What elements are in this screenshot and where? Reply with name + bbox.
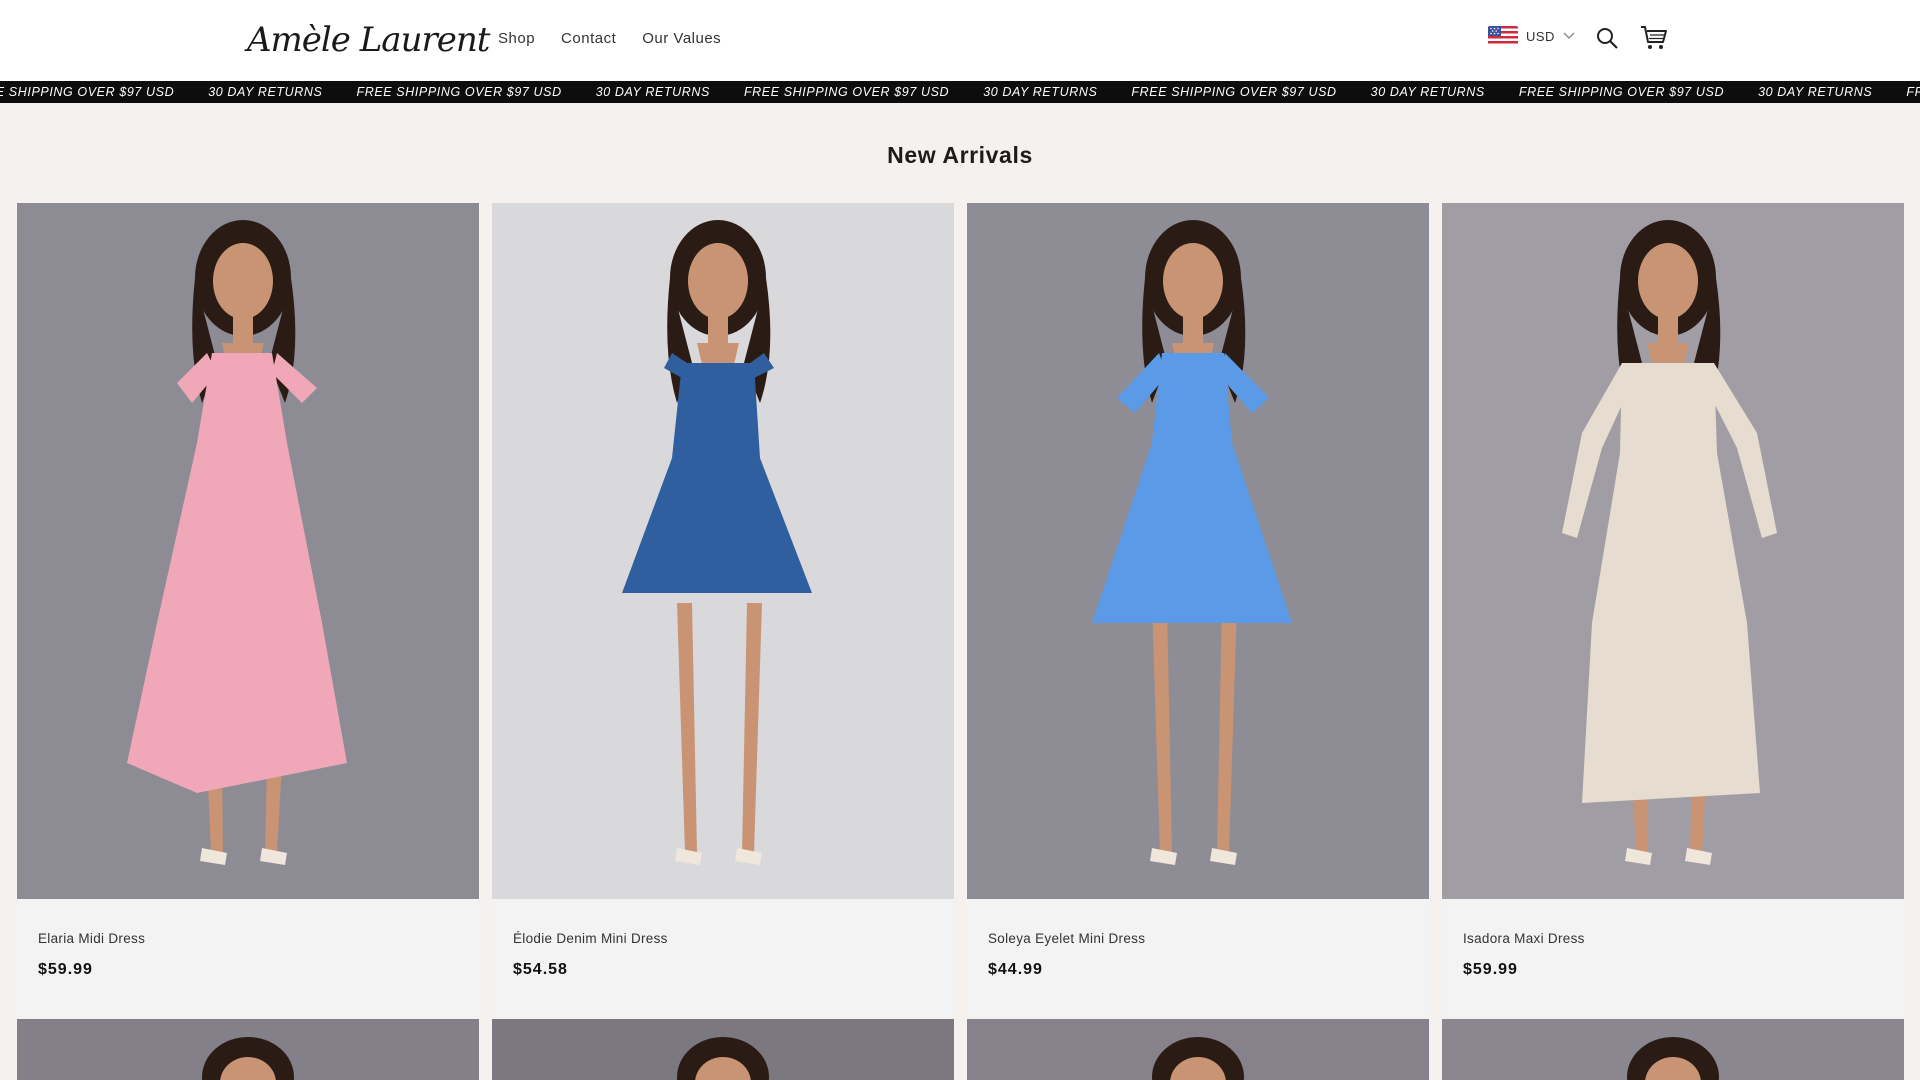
product-card[interactable]	[492, 1019, 954, 1080]
product-image[interactable]	[492, 203, 954, 899]
product-price: $44.99	[988, 961, 1043, 978]
section-title: New Arrivals	[887, 142, 1033, 168]
product-image[interactable]	[1442, 203, 1904, 899]
announcement-track: FREE SHIPPING OVER $97 USD 30 DAY RETURNS…	[0, 81, 1920, 103]
announcement-item: FREE SHIPPING OVER $97 USD	[743, 85, 950, 99]
announcement-item: FREE SHIPPING OVER $97 USD	[356, 85, 562, 99]
product-card[interactable]: Soleya Eyelet Mini Dress $44.99	[967, 203, 1429, 1016]
product-grid-row-2	[17, 1019, 1904, 1080]
product-image[interactable]	[17, 203, 479, 899]
announcement-item: 30 DAY RETURNS	[1370, 85, 1485, 99]
nav-item-our-values[interactable]: Our Values	[642, 28, 721, 50]
chevron-down-icon	[1563, 27, 1575, 45]
brand-logo[interactable]: Amèle Laurent	[247, 18, 490, 62]
announcement-item: FREE SHIPPING OVER $97 USD	[1906, 85, 1920, 99]
product-card[interactable]: Isadora Maxi Dress $59.99	[1442, 203, 1904, 1016]
cart-button[interactable]	[1640, 25, 1668, 56]
product-image[interactable]	[967, 203, 1429, 899]
product-name[interactable]: Élodie Denim Mini Dress	[513, 930, 954, 948]
product-card[interactable]: Élodie Denim Mini Dress $54.58	[492, 203, 954, 1016]
product-card[interactable]	[1442, 1019, 1904, 1080]
product-price: $59.99	[38, 961, 93, 978]
announcement-item: 30 DAY RETURNS	[208, 85, 323, 99]
announcement-item: FREE SHIPPING OVER $97 USD	[1131, 85, 1337, 99]
site-header: Amèle Laurent Shop Contact Our Values US…	[0, 0, 1920, 81]
announcement-item: FREE SHIPPING OVER $97 USD	[1518, 85, 1725, 99]
nav-item-shop[interactable]: Shop	[498, 28, 535, 50]
cart-icon	[1640, 25, 1668, 56]
product-price: $59.99	[1463, 961, 1518, 978]
currency-selector[interactable]: USD	[1488, 26, 1575, 46]
announcement-item: 30 DAY RETURNS	[595, 85, 710, 99]
product-name[interactable]: Soleya Eyelet Mini Dress	[988, 930, 1429, 948]
product-name[interactable]: Elaria Midi Dress	[38, 930, 479, 948]
announcement-item: FREE SHIPPING OVER $97 USD	[0, 85, 175, 99]
product-card[interactable]	[967, 1019, 1429, 1080]
main-nav: Shop Contact Our Values	[498, 28, 721, 50]
nav-item-contact[interactable]: Contact	[561, 28, 616, 50]
search-icon	[1595, 26, 1619, 55]
us-flag-icon	[1488, 26, 1518, 46]
product-price: $54.58	[513, 961, 568, 978]
announcement-item: 30 DAY RETURNS	[983, 85, 1098, 99]
product-card[interactable]	[17, 1019, 479, 1080]
product-grid: Elaria Midi Dress $59.99 Élodie Denim Mi…	[17, 203, 1904, 1016]
announcement-bar: FREE SHIPPING OVER $97 USD 30 DAY RETURNS…	[0, 81, 1920, 103]
announcement-item: 30 DAY RETURNS	[1758, 85, 1873, 99]
search-button[interactable]	[1593, 26, 1621, 54]
product-name[interactable]: Isadora Maxi Dress	[1463, 930, 1904, 948]
currency-label: USD	[1526, 28, 1555, 44]
product-card[interactable]: Elaria Midi Dress $59.99	[17, 203, 479, 1016]
